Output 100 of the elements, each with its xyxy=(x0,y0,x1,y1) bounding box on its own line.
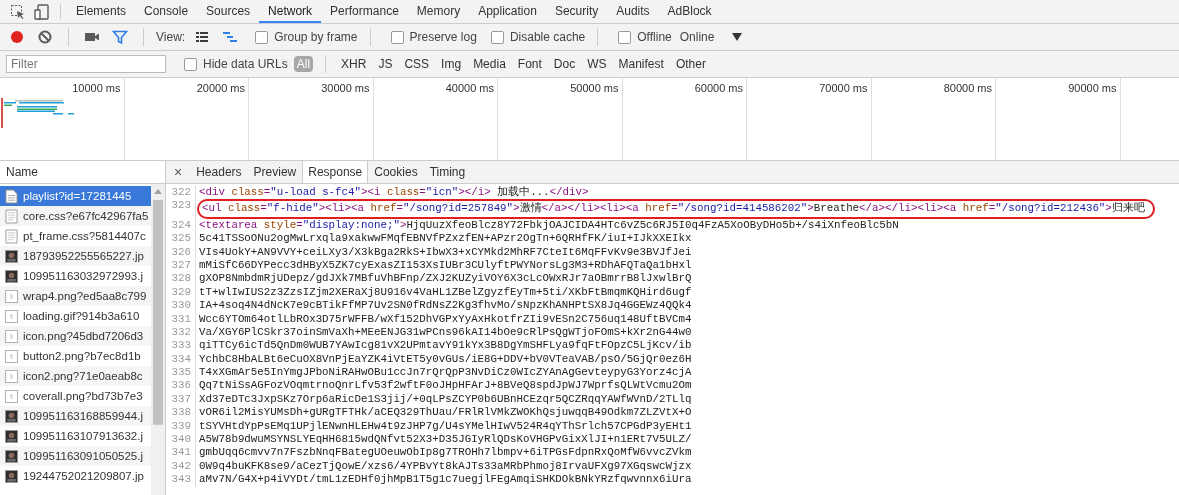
time-tick-label: 10000 ms xyxy=(72,82,121,94)
panel-tab[interactable]: Performance xyxy=(321,0,408,23)
panel-tab[interactable]: Elements xyxy=(67,0,136,23)
request-row[interactable]: pt_frame.css?5814407c xyxy=(0,226,151,246)
type-filter[interactable]: Media xyxy=(470,56,509,72)
checkbox-label[interactable]: Offline xyxy=(637,30,672,44)
request-name: core.css?e67fc42967fa5 xyxy=(23,210,149,222)
filter-field[interactable]: Filter xyxy=(6,55,166,73)
type-filter[interactable]: WS xyxy=(584,56,610,72)
request-name: 109951163168859944.j xyxy=(23,410,144,422)
time-tick-label: 60000 ms xyxy=(694,82,743,94)
checkbox[interactable] xyxy=(490,30,504,44)
throttle-dropdown[interactable]: Online xyxy=(679,30,715,44)
column-header[interactable]: Name xyxy=(6,165,38,179)
detail-tab[interactable]: Preview xyxy=(247,161,303,183)
time-tick-label: 80000 ms xyxy=(943,82,992,94)
checkbox[interactable] xyxy=(184,57,197,71)
time-tick-label: 30000 ms xyxy=(321,82,370,94)
type-filter[interactable]: JS xyxy=(375,56,396,72)
list-view-icon[interactable] xyxy=(194,29,211,45)
request-row[interactable]: 109951163091050525.j xyxy=(0,446,151,466)
image-thumbnail-icon xyxy=(5,368,18,384)
code-line: Qq7tNiSsAGFozVOqmtrnoQnrLfv53f2wftF0oJHpHFArJ+8BVeQ8spdJpWJ7WprfsQLWtVcmu2Om xyxy=(198,379,692,393)
request-name: 109951163107913632.j xyxy=(23,430,144,442)
time-tick-label: 40000 ms xyxy=(445,82,494,94)
checkbox-label[interactable]: Group by frame xyxy=(274,30,358,44)
image-thumbnail-icon xyxy=(5,388,18,404)
detail-tab[interactable]: Response xyxy=(302,161,369,183)
filter-icon[interactable] xyxy=(112,29,128,45)
request-row[interactable]: 109951163107913632.j xyxy=(0,426,151,446)
stylesheet-icon xyxy=(5,228,18,244)
time-tick-label: 20000 ms xyxy=(196,82,245,94)
request-name: coverall.png?bd73b7e3 xyxy=(23,390,143,402)
detail-tab[interactable]: Timing xyxy=(423,161,472,183)
scrollbar[interactable] xyxy=(151,184,165,495)
record-icon[interactable] xyxy=(9,29,25,45)
request-row[interactable]: 109951163168859944.j xyxy=(0,406,151,426)
device-icon[interactable] xyxy=(34,3,50,20)
request-name: icon.png?45dbd7206d3 xyxy=(23,330,144,342)
request-row[interactable]: playlist?id=17281445 xyxy=(0,186,151,206)
image-thumbnail-icon xyxy=(5,308,18,324)
code-line: A5W78b9dwuMSYNSLYEqHH6815wdQNfvt52X3+D35JGIyRlQDsKoVHGPvGixXlJI+n1ERt7V5ULZ/ xyxy=(198,433,692,447)
request-row[interactable]: loading.gif?914b3a610 xyxy=(0,306,151,326)
checkbox[interactable] xyxy=(390,30,404,44)
detail-tab[interactable]: Headers xyxy=(190,161,248,183)
type-filter[interactable]: CSS xyxy=(401,56,433,72)
checkbox-label[interactable]: Disable cache xyxy=(509,30,586,44)
detail-tab[interactable]: Cookies xyxy=(368,161,424,183)
code-line: Va/XGY6PlCSkr37oinSmVaXh+MEeENJG31wPCns96kAI14bOe9cRlPsQgWTjoFOmS+kXr2nG44w0 xyxy=(198,325,692,340)
code-line: aMv7N/G4X+p4iVYDt/tmL1zEDHf0jhMpB1T5g1c7uegjlFEgAmqiSHKDOkBNkYRzfqwvnnx6iUra xyxy=(198,473,692,487)
code-line: IA+4soq4N4dNcK7e9cBTikFfMP7Uv2SN0fRdNsZ2Kg3fhvMo/sNpzKhANHPtSX8Jq4GGEWz4QQk4 xyxy=(198,299,692,313)
image-thumbnail-icon xyxy=(5,288,18,304)
request-row[interactable]: 18793952255565227.jp xyxy=(0,246,151,266)
checkbox[interactable] xyxy=(255,30,269,44)
checkbox[interactable] xyxy=(618,30,632,44)
request-row[interactable]: 19244752021209807.jp xyxy=(0,466,151,486)
panel-tab[interactable]: Memory xyxy=(407,0,470,23)
image-thumbnail-icon xyxy=(5,468,18,484)
type-filter[interactable]: Img xyxy=(438,56,465,72)
code-line: <textarea style="display:none;">HjqUuzXfeoBlcz8Y72FbkjOAJCIDA4HTc6vZ5c6RJ5I0q4FzA5XoOByDHo5b+/s4iXnfeoBlc5bN xyxy=(198,218,899,233)
request-row[interactable]: wrap4.png?ed5aa8c799 xyxy=(0,286,151,306)
panel-tab[interactable]: Security xyxy=(545,0,608,23)
image-thumbnail-icon xyxy=(5,348,18,364)
close-button[interactable]: × xyxy=(166,161,191,183)
stylesheet-icon xyxy=(5,208,18,224)
checkbox-label[interactable]: Hide data URLs xyxy=(203,57,288,71)
request-name: button2.png?b7ec8d1b xyxy=(23,350,141,362)
request-row[interactable]: icon2.png?71e0aeab8c xyxy=(0,366,151,386)
type-filter[interactable]: Font xyxy=(514,56,545,72)
panel-tab[interactable]: AdBlock xyxy=(658,0,721,23)
code-line: tSYVHtdYpPsEMq1UPjlENwnHLEHw4t9zJHP7g/U4sYMelHIwV524R4qYThSrlch57CPGdP3yEHt1 xyxy=(198,419,692,434)
request-row[interactable]: coverall.png?bd73b7e3 xyxy=(0,386,151,406)
panel-tab[interactable]: Sources xyxy=(197,0,260,23)
inspect-icon[interactable] xyxy=(10,3,26,20)
request-name: 19244752021209807.jp xyxy=(23,470,144,482)
request-row[interactable]: button2.png?b7ec8d1b xyxy=(0,346,151,366)
type-filter[interactable]: XHR xyxy=(338,56,370,72)
request-name: 109951163091050525.j xyxy=(23,450,144,462)
request-row[interactable]: 109951163032972993.j xyxy=(0,266,151,286)
type-filter[interactable]: Other xyxy=(672,56,709,72)
type-filter[interactable]: Doc xyxy=(550,56,579,72)
request-name: pt_frame.css?5814407c xyxy=(23,230,146,242)
panel-tab[interactable]: Console xyxy=(135,0,198,23)
image-thumbnail-icon xyxy=(5,448,18,464)
code-line: Xd37eDTc3JxpSKz7Orp6aRicDe1S3jij/+0qLPsZCYP0b6UBnHCEzqr5QCZRqqYAWfWVnD/2TLlq xyxy=(198,392,692,407)
type-filter[interactable]: Manifest xyxy=(615,56,667,72)
request-row[interactable]: icon.png?45dbd7206d3 xyxy=(0,326,151,346)
panel-tab[interactable]: Audits xyxy=(607,0,659,23)
code-line: vOR6il2MisYUMsDh+gURgTFTHk/aCEQ329ThUau/FRlRlVMkZWOKhQsjuwqqB49Odkm7ZLZVtX+O xyxy=(198,406,692,420)
waterfall-view-icon[interactable] xyxy=(222,29,239,45)
code-line: gmbUqq6cmvv7n7FszbNnqFBategUOeuwObIp8g7TROHh7lbmpv+6iTPGsFdpnRxQoMfW6vvcZVkm xyxy=(198,446,692,460)
image-thumbnail-icon xyxy=(5,428,18,444)
code-line: qiTTCy6icTd5QnDm0WUB7YAwIcg81vX2UPmtavY91kYx3B8DgYmSHFLya9fqFtFOpzC5LjKcv/ib xyxy=(198,339,692,353)
request-row[interactable]: core.css?e67fc42967fa5 xyxy=(0,206,151,226)
clear-icon[interactable] xyxy=(37,29,53,45)
panel-tab[interactable]: Application xyxy=(469,0,546,23)
checkbox-label[interactable]: Preserve log xyxy=(409,30,477,44)
request-name: icon2.png?71e0aeab8c xyxy=(23,370,143,382)
request-name: wrap4.png?ed5aa8c799 xyxy=(23,290,147,302)
caret-icon[interactable] xyxy=(732,33,743,41)
